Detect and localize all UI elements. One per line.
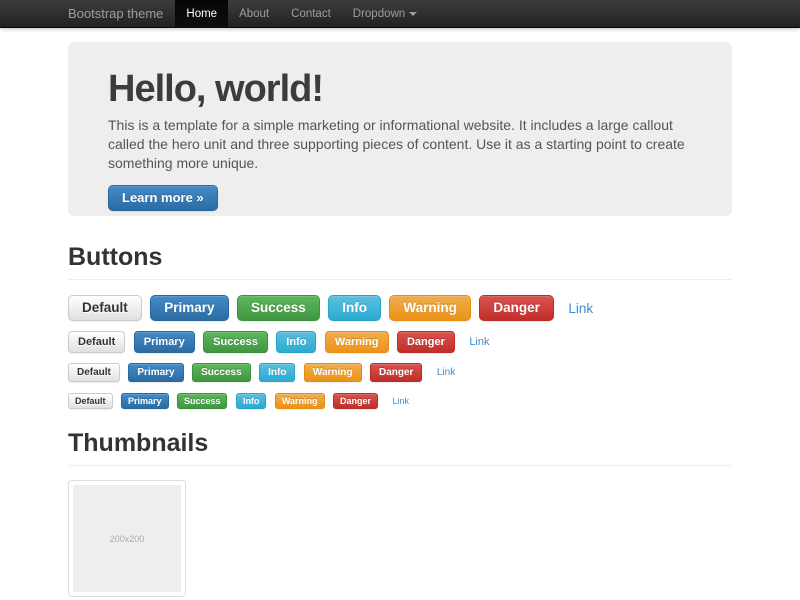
primary-button-sm[interactable]: Primary — [128, 363, 183, 382]
jumbotron-description: This is a template for a simple marketin… — [108, 116, 692, 173]
default-button-xs[interactable]: Default — [68, 393, 113, 409]
link-button-sm[interactable]: Link — [437, 367, 455, 378]
navbar-brand[interactable]: Bootstrap theme — [68, 0, 163, 28]
caret-down-icon — [409, 12, 417, 16]
navbar-nav: Home About Contact Dropdown — [175, 0, 428, 28]
top-navbar: Bootstrap theme Home About Contact Dropd… — [0, 0, 800, 28]
button-row-large: Default Primary Success Info Warning Dan… — [68, 295, 732, 321]
default-button-sm[interactable]: Default — [68, 363, 120, 382]
button-row-small: Default Primary Success Info Warning Dan… — [68, 363, 732, 382]
info-button-md[interactable]: Info — [276, 331, 316, 353]
success-button-md[interactable]: Success — [203, 331, 268, 353]
success-button-sm[interactable]: Success — [192, 363, 251, 382]
info-button-xs[interactable]: Info — [236, 393, 267, 409]
button-row-default: Default Primary Success Info Warning Dan… — [68, 331, 732, 353]
primary-button-xs[interactable]: Primary — [121, 393, 169, 409]
placeholder-dimensions-label: 200x200 — [110, 534, 145, 544]
nav-dropdown-label: Dropdown — [353, 8, 405, 20]
warning-button-sm[interactable]: Warning — [304, 363, 362, 382]
danger-button-md[interactable]: Danger — [397, 331, 455, 353]
placeholder-image: 200x200 — [73, 485, 181, 592]
danger-button-lg[interactable]: Danger — [479, 295, 554, 321]
warning-button-xs[interactable]: Warning — [275, 393, 325, 409]
default-button-lg[interactable]: Default — [68, 295, 142, 321]
success-button-lg[interactable]: Success — [237, 295, 320, 321]
default-button-md[interactable]: Default — [68, 331, 125, 353]
button-row-extra-small: Default Primary Success Info Warning Dan… — [68, 392, 732, 410]
info-button-lg[interactable]: Info — [328, 295, 381, 321]
nav-item-dropdown[interactable]: Dropdown — [342, 0, 428, 28]
success-button-xs[interactable]: Success — [177, 393, 228, 409]
primary-button-md[interactable]: Primary — [134, 331, 195, 353]
warning-button-lg[interactable]: Warning — [389, 295, 471, 321]
jumbotron: Hello, world! This is a template for a s… — [68, 42, 732, 216]
link-button-md[interactable]: Link — [469, 336, 489, 348]
danger-button-sm[interactable]: Danger — [370, 363, 422, 382]
buttons-section-heading: Buttons — [68, 244, 732, 280]
nav-item-about[interactable]: About — [228, 0, 280, 28]
jumbotron-title: Hello, world! — [108, 68, 692, 110]
learn-more-button[interactable]: Learn more » — [108, 185, 218, 211]
nav-item-home[interactable]: Home — [175, 0, 228, 28]
link-button-lg[interactable]: Link — [568, 301, 593, 316]
warning-button-md[interactable]: Warning — [325, 331, 389, 353]
danger-button-xs[interactable]: Danger — [333, 393, 378, 409]
thumbnail-item[interactable]: 200x200 — [68, 480, 186, 597]
nav-item-contact[interactable]: Contact — [280, 0, 342, 28]
thumbnails-section-heading: Thumbnails — [68, 430, 732, 466]
link-button-xs[interactable]: Link — [392, 396, 409, 406]
info-button-sm[interactable]: Info — [259, 363, 295, 382]
primary-button-lg[interactable]: Primary — [150, 295, 228, 321]
